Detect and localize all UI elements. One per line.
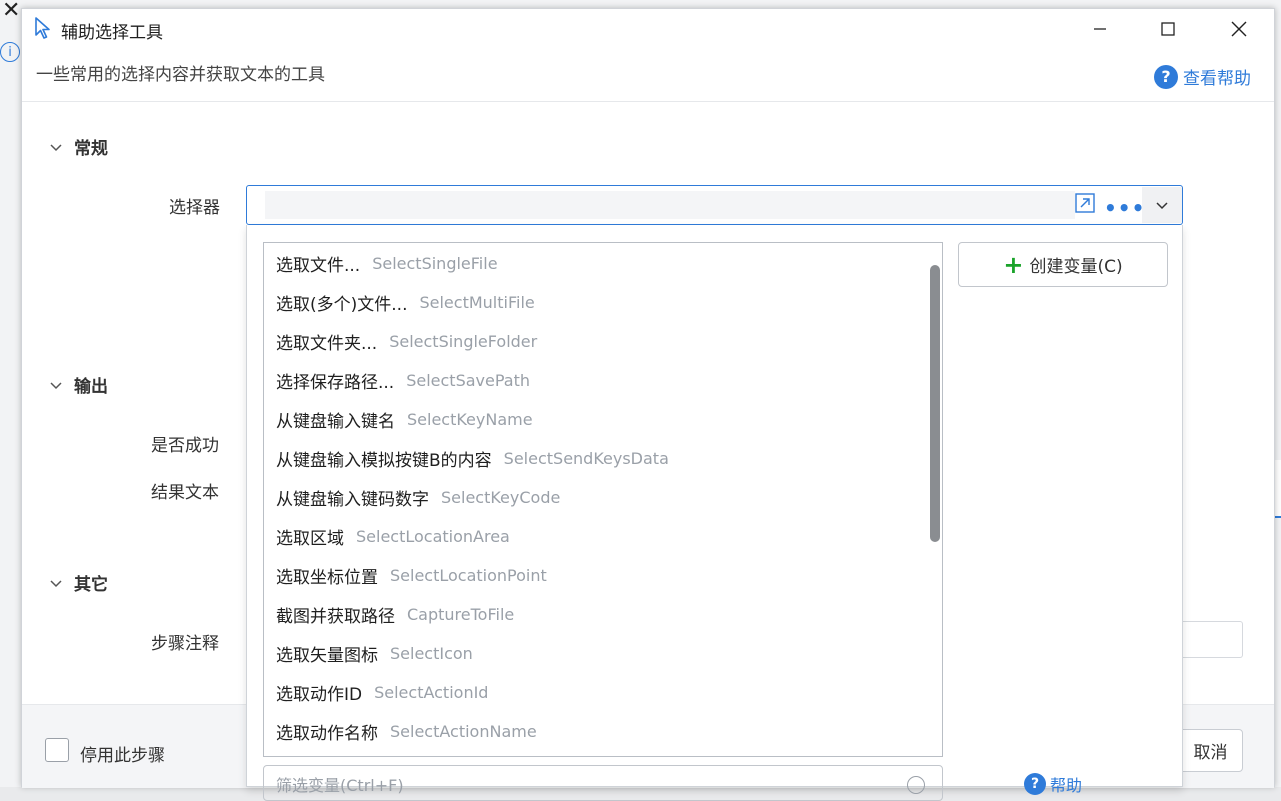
disable-step-checkbox[interactable] xyxy=(45,738,69,762)
list-item-id: SelectSingleFolder xyxy=(389,332,538,351)
list-item-label: 从键盘输入键码数字 xyxy=(276,490,429,510)
dialog-title: 辅助选择工具 xyxy=(61,23,163,43)
list-item-id: CaptureToFile xyxy=(407,605,515,624)
list-item-id: SelectKeyCode xyxy=(441,488,561,507)
section-general-label: 常规 xyxy=(74,139,108,159)
list-item[interactable]: 截图并获取路径 CaptureToFile xyxy=(276,595,514,634)
list-scrollbar[interactable] xyxy=(930,265,940,542)
list-item-label: 选择保存路径... xyxy=(276,373,395,393)
list-item[interactable]: 选取动作ID SelectActionId xyxy=(276,673,488,712)
list-item-id: SelectSingleFile xyxy=(372,254,498,273)
list-item-id: SelectActionName xyxy=(390,722,537,741)
list-item[interactable]: 从键盘输入键名 SelectKeyName xyxy=(276,400,533,439)
maximize-icon xyxy=(1161,22,1175,36)
create-variable-button[interactable]: + 创建变量(C) xyxy=(958,242,1168,287)
list-item-id: SelectIcon xyxy=(390,644,473,663)
more-options-icon[interactable]: ••• xyxy=(1104,196,1145,220)
search-icon xyxy=(907,776,925,794)
selector-label: 选择器 xyxy=(169,198,220,218)
list-item[interactable]: 选取动作名称 SelectActionName xyxy=(276,712,537,751)
list-item[interactable]: 选取文件夹... SelectSingleFolder xyxy=(276,322,537,361)
dropdown-help-label: 帮助 xyxy=(1050,776,1083,795)
filter-variables-placeholder: 筛选变量(Ctrl+F) xyxy=(276,776,404,795)
list-item-id: SelectKeyName xyxy=(407,410,533,429)
list-item[interactable]: 选取坐标位置 SelectLocationPoint xyxy=(276,556,547,595)
close-button[interactable] xyxy=(1216,12,1262,46)
list-item-id: SelectSavePath xyxy=(406,371,530,390)
list-item[interactable]: 从键盘输入模拟按键B的内容 SelectSendKeysData xyxy=(276,439,669,478)
list-item-id: SelectMultiFile xyxy=(419,293,535,312)
list-item[interactable]: 选取区域 SelectLocationArea xyxy=(276,517,510,556)
disable-step-label: 停用此步骤 xyxy=(80,746,165,766)
section-other-label: 其它 xyxy=(74,575,108,595)
list-item[interactable]: 选取(多个)文件... SelectMultiFile xyxy=(276,283,535,322)
list-item-label: 选取文件... xyxy=(276,256,361,276)
list-item-label: 选取矢量图标 xyxy=(276,646,378,666)
section-other[interactable]: 其它 xyxy=(50,570,108,595)
cursor-icon xyxy=(35,17,50,39)
selector-input-field[interactable] xyxy=(265,191,1075,219)
minimize-button[interactable] xyxy=(1077,12,1123,46)
plus-icon: + xyxy=(1003,250,1024,279)
list-item-id: SelectLocationArea xyxy=(356,527,510,546)
header-divider xyxy=(22,101,1274,102)
section-output-label: 输出 xyxy=(74,377,108,397)
chevron-down-icon xyxy=(50,579,62,587)
list-item-id: SelectLocationPoint xyxy=(390,566,547,585)
list-item-label: 选取坐标位置 xyxy=(276,568,378,588)
success-label: 是否成功 xyxy=(151,436,219,456)
selector-options-list[interactable]: 选取文件... SelectSingleFile 选取(多个)文件... Select… xyxy=(263,242,943,757)
list-item-id: SelectSendKeysData xyxy=(503,449,669,468)
dialog-description: 一些常用的选择内容并获取文本的工具 xyxy=(36,65,325,85)
dropdown-help-link[interactable]: ? 帮助 xyxy=(1024,772,1082,796)
minimize-icon xyxy=(1094,28,1106,30)
expand-editor-icon[interactable] xyxy=(1075,193,1095,213)
list-item-label: 选取(多个)文件... xyxy=(276,295,408,315)
info-icon: i xyxy=(0,42,20,62)
view-help-label: 查看帮助 xyxy=(1183,69,1251,89)
list-item[interactable]: 选取文件... SelectSingleFile xyxy=(276,244,498,283)
list-item[interactable]: 选择保存路径... SelectSavePath xyxy=(276,361,530,400)
background-close-icon[interactable]: ✕ xyxy=(2,0,20,23)
step-note-input[interactable] xyxy=(1183,621,1243,658)
list-item-label: 选取文件夹... xyxy=(276,334,378,354)
list-item[interactable]: 选取矢量图标 SelectIcon xyxy=(276,634,473,673)
list-item-label: 选取区域 xyxy=(276,529,344,549)
chevron-down-icon xyxy=(50,381,62,389)
list-item[interactable]: 从键盘输入键码数字 SelectKeyCode xyxy=(276,478,560,517)
maximize-button[interactable] xyxy=(1145,12,1191,46)
list-item-label: 选取动作ID xyxy=(276,685,363,705)
chevron-down-icon xyxy=(50,143,62,151)
chevron-down-icon xyxy=(1156,202,1168,210)
list-item-label: 从键盘输入键名 xyxy=(276,412,395,432)
result-text-label: 结果文本 xyxy=(151,483,219,503)
step-note-label: 步骤注释 xyxy=(151,634,219,654)
help-icon: ? xyxy=(1154,64,1178,89)
list-item-label: 选取动作名称 xyxy=(276,724,378,744)
view-help-link[interactable]: ? 查看帮助 xyxy=(1154,64,1251,89)
list-item-label: 截图并获取路径 xyxy=(276,607,395,627)
list-item-id: SelectActionId xyxy=(374,683,489,702)
help-icon: ? xyxy=(1024,773,1046,795)
section-output[interactable]: 输出 xyxy=(50,372,108,397)
list-item-label: 从键盘输入模拟按键B的内容 xyxy=(276,451,492,471)
create-variable-label: 创建变量(C) xyxy=(1029,257,1123,277)
section-general[interactable]: 常规 xyxy=(50,134,108,159)
close-icon xyxy=(1231,21,1247,37)
selector-dropdown-button[interactable] xyxy=(1142,187,1182,223)
